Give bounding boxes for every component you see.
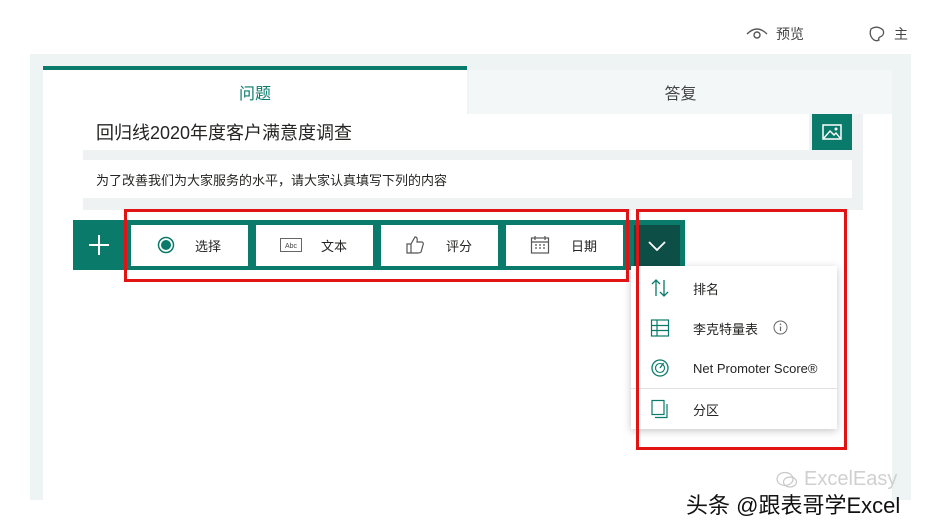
form-description-input[interactable]: 为了改善我们为大家服务的水平，请大家认真填写下列的内容: [83, 160, 852, 198]
nps-label: Net Promoter Score®: [693, 360, 818, 376]
date-label: 日期: [571, 239, 598, 254]
calendar-icon: [530, 235, 550, 255]
question-type-choice[interactable]: 选择: [131, 225, 248, 266]
insert-image-button[interactable]: [812, 114, 852, 150]
question-type-date[interactable]: 日期: [506, 225, 623, 266]
svg-text:Abc: Abc: [285, 243, 298, 250]
chevron-down-icon: [648, 240, 666, 251]
preview-button[interactable]: 预览: [746, 22, 804, 46]
text-label: 文本: [321, 239, 348, 254]
thumbs-up-icon: [405, 235, 425, 255]
question-type-text[interactable]: Abc 文本: [256, 225, 373, 266]
menu-item-ranking[interactable]: 排名: [631, 268, 837, 308]
grid-icon: [649, 317, 671, 339]
tab-responses[interactable]: 答复: [469, 70, 892, 114]
radio-icon: [157, 236, 175, 254]
palette-icon: [869, 26, 885, 42]
likert-label: 李克特量表: [693, 321, 759, 337]
theme-button[interactable]: 主: [868, 22, 908, 46]
plus-icon: [89, 235, 109, 255]
menu-item-nps[interactable]: Net Promoter Score®: [631, 348, 837, 388]
wechat-icon: [776, 471, 798, 488]
more-question-types-button[interactable]: [634, 225, 680, 266]
info-icon[interactable]: [773, 320, 788, 338]
section-label: 分区: [693, 402, 720, 418]
rating-label: 评分: [446, 239, 473, 254]
question-type-rating[interactable]: 评分: [381, 225, 498, 266]
choice-label: 选择: [195, 239, 222, 254]
text-abc-icon: Abc: [280, 238, 302, 252]
add-question-button[interactable]: [73, 220, 125, 270]
preview-label: 预览: [776, 26, 804, 42]
theme-label: 主: [894, 26, 908, 42]
menu-item-likert[interactable]: 李克特量表: [631, 308, 837, 348]
image-icon: [822, 124, 842, 140]
section-pages-icon: [649, 398, 671, 420]
watermark-text: 头条 @跟表哥学Excel: [686, 493, 901, 518]
ranking-label: 排名: [693, 281, 720, 297]
tab-bar: 问题 答复: [43, 66, 892, 114]
menu-item-section[interactable]: 分区: [631, 389, 837, 429]
more-types-menu: 排名 李克特量表 Net Promoter Score® 分区: [631, 266, 837, 429]
top-bar: 预览 主: [30, 0, 911, 54]
eye-icon: [746, 28, 768, 39]
form-title-input[interactable]: 回归线2020年度客户满意度调查: [83, 114, 809, 150]
tab-questions[interactable]: 问题: [43, 66, 467, 114]
gauge-icon: [649, 357, 671, 379]
sort-arrows-icon: [649, 277, 671, 299]
